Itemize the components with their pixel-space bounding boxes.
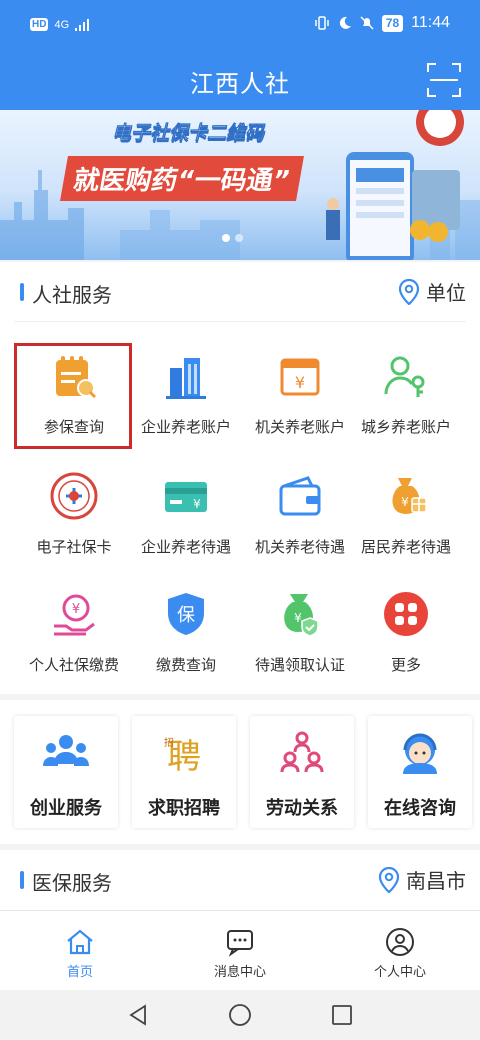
service-item-enterprise-pension-account[interactable]: 企业养老账户 [126, 344, 246, 462]
quick-link-label: 求职招聘 [148, 798, 220, 819]
divider [14, 321, 466, 322]
service-label: 个人社保缴费 [28, 656, 119, 674]
unit-selector[interactable]: 单位 [398, 277, 466, 306]
status-bar: HD 4G 78 11:44 [0, 0, 480, 56]
service-label: 企业养老账户 [140, 418, 231, 436]
service-label: 机关养老账户 [254, 418, 345, 436]
svg-text:¥: ¥ [193, 497, 201, 511]
carousel-dot [222, 234, 230, 242]
vibrate-icon [315, 16, 329, 30]
home-icon [67, 929, 93, 955]
svg-text:¥: ¥ [294, 611, 302, 625]
mute-bell-icon [360, 16, 374, 30]
customer-service-icon [403, 733, 437, 774]
medical-services-header: 医保服务 南昌市 [0, 850, 480, 910]
service-item-government-pension-benefits[interactable]: 机关养老待遇 [240, 464, 360, 582]
location-pin-icon [378, 866, 400, 893]
team-icon [43, 735, 89, 766]
section-accent-bar [20, 871, 24, 889]
moon-icon [339, 16, 351, 29]
quick-link-labor-relations[interactable]: 劳动关系 [250, 716, 354, 828]
svg-text:¥: ¥ [401, 495, 409, 509]
section-title: 人社服务 [32, 283, 112, 307]
location-pin-icon [398, 278, 420, 305]
tab-profile[interactable]: 个人中心 [320, 919, 480, 989]
signal-icon [75, 18, 90, 31]
quick-link-online-consult[interactable]: 在线咨询 [368, 716, 472, 828]
service-label: 电子社保卡 [36, 538, 112, 556]
tab-home[interactable]: 首页 [0, 919, 160, 989]
banner-subheadline: 就医购药“一码通” [60, 156, 305, 201]
quick-link-recruitment[interactable]: 聘招 求职招聘 [132, 716, 236, 828]
hd-badge: HD [30, 18, 49, 31]
service-label: 待遇领取认证 [254, 656, 345, 674]
tab-messages[interactable]: 消息中心 [160, 919, 320, 989]
service-label: 机关养老待遇 [254, 538, 345, 556]
message-icon [227, 930, 253, 957]
banner-headline: 电子社保卡二维码 [112, 122, 265, 145]
back-icon[interactable] [126, 1003, 150, 1027]
person-key-icon [384, 356, 425, 397]
yuan-card-icon: ¥ [165, 482, 207, 512]
social-security-seal-icon [50, 472, 98, 520]
yuan-cash-register-icon: ¥ [280, 358, 320, 396]
quick-link-label: 劳动关系 [266, 798, 338, 819]
hand-yuan-icon: ¥ [54, 594, 95, 636]
hr-services-header: 人社服务 单位 [0, 262, 480, 322]
tab-label: 首页 [66, 965, 93, 980]
service-item-resident-pension-benefits[interactable]: ¥ 居民养老待遇 [346, 464, 466, 582]
people-network-icon [280, 731, 324, 773]
shield-bao-icon: 保 [168, 593, 204, 635]
money-bag-gift-icon: ¥ [392, 478, 427, 514]
more-grid-icon [384, 592, 428, 636]
section-title: 医保服务 [32, 871, 112, 895]
city-label: 南昌市 [406, 869, 466, 893]
svg-text:招: 招 [164, 736, 174, 749]
unit-label: 单位 [426, 281, 466, 305]
service-item-payment-query[interactable]: 保 缴费查询 [126, 582, 246, 700]
home-button-icon[interactable] [228, 1003, 252, 1027]
city-selector[interactable]: 南昌市 [378, 865, 466, 894]
recruit-icon: 聘招 [164, 736, 201, 777]
person-icon [386, 928, 414, 956]
tab-label: 消息中心 [213, 965, 266, 980]
money-bag-shield-icon: ¥ [284, 594, 319, 637]
svg-text:保: 保 [177, 605, 195, 626]
wallet-icon [279, 476, 321, 516]
svg-text:¥: ¥ [295, 373, 305, 392]
network-label: 4G [54, 18, 70, 31]
service-item-enterprise-pension-benefits[interactable]: ¥ 企业养老待遇 [126, 464, 246, 582]
service-label: 缴费查询 [155, 656, 216, 674]
recents-icon[interactable] [330, 1003, 354, 1027]
quick-link-label: 创业服务 [30, 798, 102, 819]
service-label: 居民养老待遇 [360, 538, 451, 556]
service-item-e-social-card[interactable]: 电子社保卡 [14, 464, 134, 582]
buildings-icon [166, 358, 206, 399]
carousel-dot [235, 234, 243, 242]
page-title: 江西人社 [190, 70, 290, 98]
clock: 11:44 [411, 14, 450, 31]
battery-indicator: 78 [381, 14, 404, 32]
tab-label: 个人中心 [373, 965, 426, 980]
service-item-more[interactable]: 更多 [346, 582, 466, 700]
service-label: 城乡养老账户 [360, 418, 451, 436]
carousel-indicator [222, 234, 243, 242]
highlight-box [14, 343, 132, 449]
svg-text:¥: ¥ [72, 602, 80, 617]
service-item-urban-rural-pension-account[interactable]: 城乡养老账户 [346, 344, 466, 462]
service-item-benefit-certification[interactable]: ¥ 待遇领取认证 [240, 582, 360, 700]
quick-link-entrepreneurship[interactable]: 创业服务 [14, 716, 118, 828]
service-label: 更多 [390, 656, 421, 674]
section-accent-bar [20, 283, 24, 301]
quick-link-label: 在线咨询 [384, 798, 456, 819]
bottom-tab-bar: 首页 消息中心 个人中心 [0, 910, 480, 990]
service-item-personal-payment[interactable]: ¥ 个人社保缴费 [14, 582, 134, 700]
app-header: 江西人社 [0, 56, 480, 110]
scan-icon[interactable] [424, 60, 464, 100]
system-nav-bar [0, 990, 480, 1040]
service-label: 企业养老待遇 [140, 538, 231, 556]
service-item-government-pension-account[interactable]: ¥ 机关养老账户 [240, 344, 360, 462]
